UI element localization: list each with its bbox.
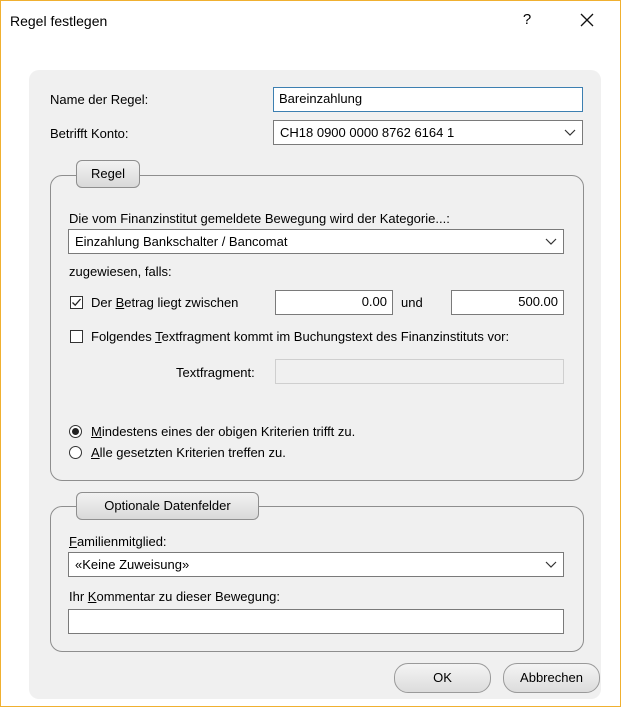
amount-checkbox-label: Der Betrag liegt zwischen <box>91 295 239 310</box>
optional-group-title: Optionale Datenfelder <box>76 492 259 520</box>
family-member-label: Familienmitglied: <box>69 534 167 549</box>
cancel-button[interactable]: Abbrechen <box>503 663 600 693</box>
family-member-value: «Keine Zuweisung» <box>75 557 190 572</box>
dialog-window: Regel festlegen ? Name der Regel: Barein… <box>0 0 621 707</box>
chevron-down-icon <box>545 561 557 568</box>
radio-selected-dot <box>72 428 79 435</box>
amount-checkbox[interactable] <box>70 296 83 309</box>
radio-any-criteria[interactable] <box>69 425 82 438</box>
radio-all-label: Alle gesetzten Kriterien treffen zu. <box>91 445 286 460</box>
account-select[interactable]: CH18 0900 0000 8762 6164 1 <box>273 120 583 145</box>
rule-group-title: Regel <box>76 160 140 188</box>
account-value: CH18 0900 0000 8762 6164 1 <box>280 125 455 140</box>
ok-button[interactable]: OK <box>394 663 491 693</box>
title-bar: Regel festlegen ? <box>1 1 620 39</box>
close-button[interactable] <box>569 5 605 35</box>
dialog-title: Regel festlegen <box>10 13 108 29</box>
amount-to-input[interactable]: 500.00 <box>451 290 564 315</box>
family-member-select[interactable]: «Keine Zuweisung» <box>68 552 564 577</box>
chevron-down-icon <box>545 238 557 245</box>
radio-all-criteria[interactable] <box>69 446 82 459</box>
close-icon <box>580 13 594 27</box>
and-label: und <box>401 295 423 310</box>
comment-input[interactable] <box>68 609 564 634</box>
radio-any-label: Mindestens eines der obigen Kriterien tr… <box>91 424 356 439</box>
category-select[interactable]: Einzahlung Bankschalter / Bancomat <box>68 229 564 254</box>
chevron-down-icon <box>564 129 576 136</box>
text-fragment-label: Textfragment: <box>176 365 255 380</box>
assigned-if-label: zugewiesen, falls: <box>69 264 172 279</box>
category-value: Einzahlung Bankschalter / Bancomat <box>75 234 288 249</box>
text-fragment-checkbox-label: Folgendes Textfragment kommt im Buchungs… <box>91 329 510 344</box>
amount-from-input[interactable]: 0.00 <box>275 290 393 315</box>
category-prompt: Die vom Finanzinstitut gemeldete Bewegun… <box>69 211 450 226</box>
account-label: Betrifft Konto: <box>50 126 129 141</box>
help-button[interactable]: ? <box>516 7 538 33</box>
rule-name-label: Name der Regel: <box>50 92 149 107</box>
rule-name-input[interactable]: Bareinzahlung <box>273 87 583 112</box>
checkmark-icon <box>72 298 81 307</box>
text-fragment-checkbox[interactable] <box>70 330 83 343</box>
comment-label: Ihr Kommentar zu dieser Bewegung: <box>69 589 281 604</box>
text-fragment-input[interactable] <box>275 359 564 384</box>
